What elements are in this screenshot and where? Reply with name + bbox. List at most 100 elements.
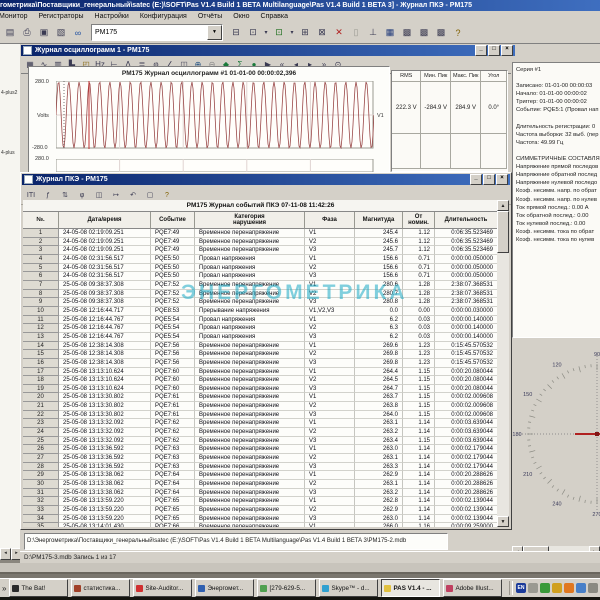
monitor-offline-arrow-icon[interactable]: ▾	[288, 25, 296, 40]
sort-icon[interactable]: ⇅	[57, 190, 73, 201]
menu-item-0[interactable]: Монитор	[0, 13, 28, 20]
oscillogram-minimize-icon[interactable]: _	[475, 45, 487, 56]
table-row[interactable]: 2825-05-08 13:13:36.592PQE7:63Временное …	[23, 463, 498, 472]
help-log-icon[interactable]: ?	[159, 190, 175, 201]
function-icon[interactable]: ƒ	[40, 190, 56, 201]
waveform-chart[interactable]: PM175 Журнал осциллограмм #1 01-01-00 00…	[28, 66, 390, 174]
menu-item-3[interactable]: Конфигурация	[140, 13, 187, 20]
device-selector[interactable]: PM175 ▼	[91, 24, 223, 41]
menu-item-2[interactable]: Настройки	[95, 13, 129, 20]
link-icon[interactable]: ∞	[70, 25, 86, 40]
database-path-field[interactable]: D:\Энергометрика\Поставщики_генеральный\…	[24, 533, 448, 550]
table-row[interactable]: 2725-05-08 13:13:36.592PQE7:63Временное …	[23, 454, 498, 463]
volume-tray-icon[interactable]	[588, 583, 598, 593]
scroll-left-icon[interactable]: ◂	[0, 548, 11, 560]
table-row[interactable]: 2225-05-08 13:13:30.802PQE7:61Временное …	[23, 411, 498, 420]
taskbar-button-6[interactable]: PAS V1.4 - ...	[381, 579, 440, 597]
datagrid-icon[interactable]: ▦	[382, 25, 398, 40]
table-row[interactable]: 2625-05-08 13:13:36.592PQE7:63Временное …	[23, 445, 498, 454]
taskbar-button-1[interactable]: статистика...	[71, 579, 130, 597]
table-row[interactable]: 1625-05-08 12:38:14.308PQE7:56Временное …	[23, 359, 498, 368]
column-header-4[interactable]: Фаза	[305, 212, 355, 229]
table-row[interactable]: 2425-05-08 13:13:32.092PQE7:62Временное …	[23, 428, 498, 437]
scroll-up-icon[interactable]: ▲	[497, 200, 509, 211]
table-row[interactable]: 3525-05-08 13:14:01.430PQE7:66Временное …	[23, 523, 498, 527]
taskbar-button-3[interactable]: Энергомет...	[195, 579, 254, 597]
phase-filter-icon[interactable]: φ	[74, 190, 90, 201]
stop-icon[interactable]: ▢	[142, 190, 158, 201]
properties-icon[interactable]: ▧	[53, 25, 69, 40]
table-row[interactable]: 825-05-08 09:38:37.308PQE7:52Временное п…	[23, 290, 498, 299]
column-header-7[interactable]: Длительность	[435, 212, 498, 229]
table-row[interactable]: 725-05-08 09:38:37.308PQE7:52Временное п…	[23, 281, 498, 290]
menu-item-6[interactable]: Справка	[261, 13, 288, 20]
table-row[interactable]: 1225-05-08 12:16:44.767PQE5:54Провал нап…	[23, 324, 498, 333]
table-row[interactable]: 2025-05-08 13:13:30.802PQE7:61Временное …	[23, 393, 498, 402]
table-row[interactable]: 2925-05-08 13:13:38.062PQE7:64Временное …	[23, 471, 498, 480]
table-row[interactable]: 3025-05-08 13:13:38.062PQE7:64Временное …	[23, 480, 498, 489]
save-icon[interactable]: ▤	[2, 25, 18, 40]
export-data-icon[interactable]: ⊠	[314, 25, 330, 40]
event-log-scrollbar[interactable]: ▲ ▼	[497, 200, 509, 527]
undo-icon[interactable]: ↶	[125, 190, 141, 201]
agent-tray-icon[interactable]	[564, 583, 574, 593]
column-header-1[interactable]: Дата/время	[59, 212, 151, 229]
table-row[interactable]: 2325-05-08 13:13:32.092PQE7:62Временное …	[23, 419, 498, 428]
save-data-icon[interactable]: ⊞	[297, 25, 313, 40]
lang-indicator[interactable]: EN	[516, 583, 526, 593]
pin-icon[interactable]: ⊥	[365, 25, 381, 40]
table-row[interactable]: 3125-05-08 13:13:38.062PQE7:64Временное …	[23, 489, 498, 498]
quick-launch-chevron-icon[interactable]: »	[2, 584, 6, 593]
taskbar-button-0[interactable]: The Bat!	[9, 579, 68, 597]
taskbar-button-5[interactable]: Skype™ - d...	[319, 579, 378, 597]
table-row[interactable]: 2125-05-08 13:13:30.802PQE7:61Временное …	[23, 402, 498, 411]
series-info-panel[interactable]: Серия #1Записано: 01-01-00 00:00:03Начал…	[512, 62, 600, 338]
iti-button[interactable]: ITI	[23, 190, 39, 201]
table-row[interactable]: 1725-05-08 13:13:10.624PQE7:60Временное …	[23, 368, 498, 377]
oscillogram-title-bar[interactable]: Журнал осциллограмм 1 - PM175 _ □ ×	[21, 45, 515, 56]
event-log-maximize-icon[interactable]: □	[483, 174, 495, 185]
table-row[interactable]: 324-05-08 02:19:09.251PQE7:49Временное п…	[23, 246, 498, 255]
table-row[interactable]: 224-05-08 02:19:09.251PQE7:49Временное п…	[23, 238, 498, 247]
device-selector-arrow-icon[interactable]: ▼	[207, 25, 222, 40]
oscillogram-maximize-icon[interactable]: □	[488, 45, 500, 56]
table-row[interactable]: 1925-05-08 13:13:10.624PQE7:60Временное …	[23, 385, 498, 394]
table-row[interactable]: 1325-05-08 12:16:44.767PQE5:54Провал нап…	[23, 333, 498, 342]
table-row[interactable]: 1025-05-08 12:16:44.717PQE8:53Прерывание…	[23, 307, 498, 316]
monitor-online-icon[interactable]: ⊡	[245, 25, 261, 40]
event-log-close-icon[interactable]: ×	[496, 174, 508, 185]
column-header-5[interactable]: Магнитуда	[355, 212, 403, 229]
table-row[interactable]: 3225-05-08 13:13:59.220PQE7:65Временное …	[23, 497, 498, 506]
goto-icon[interactable]: ↦	[108, 190, 124, 201]
printer-tray-icon[interactable]	[528, 583, 538, 593]
table-row[interactable]: 3325-05-08 13:13:59.220PQE7:65Временное …	[23, 506, 498, 515]
table-row[interactable]: 1525-05-08 12:38:14.308PQE7:56Временное …	[23, 350, 498, 359]
delete-icon[interactable]: ✕	[331, 25, 347, 40]
event-log-minimize-icon[interactable]: _	[470, 174, 482, 185]
table-row[interactable]: 524-05-08 02:31:56.517PQE5:50Провал напр…	[23, 264, 498, 273]
help-icon[interactable]: ?	[450, 25, 466, 40]
window-icon[interactable]: ▣	[36, 25, 52, 40]
background-scrollbar[interactable]: ◂ ▸	[0, 548, 22, 560]
monitor-offline-icon[interactable]: ⊡	[271, 25, 287, 40]
table-row[interactable]: 3425-05-08 13:13:59.220PQE7:65Временное …	[23, 515, 498, 524]
export-log-icon[interactable]: ◫	[91, 190, 107, 201]
report3-icon[interactable]: ▩	[433, 25, 449, 40]
scroll-down-icon[interactable]: ▼	[497, 516, 509, 527]
report2-icon[interactable]: ▩	[416, 25, 432, 40]
table-row[interactable]: 424-05-08 02:31:56.517PQE5:50Провал напр…	[23, 255, 498, 264]
table-row[interactable]: 124-05-08 02:19:09.251PQE7:49Временное п…	[23, 229, 498, 238]
table-row[interactable]: 1425-05-08 12:38:14.308PQE7:56Временное …	[23, 342, 498, 351]
menu-item-1[interactable]: Регистраторы	[39, 13, 84, 20]
menu-item-4[interactable]: Отчёты	[198, 13, 222, 20]
column-header-3[interactable]: Категория нарушения	[195, 212, 305, 229]
table-row[interactable]: 2525-05-08 13:13:32.092PQE7:62Временное …	[23, 437, 498, 446]
taskbar-button-4[interactable]: [279-629-5...	[257, 579, 316, 597]
taskbar-button-7[interactable]: Adobe Illust...	[443, 579, 502, 597]
table-row[interactable]: 624-05-08 02:31:56.517PQE5:50Провал напр…	[23, 272, 498, 281]
scrollbar-thumb[interactable]	[497, 211, 509, 253]
print-icon[interactable]: ⎙	[19, 25, 35, 40]
page-icon[interactable]: ▯	[348, 25, 364, 40]
column-header-0[interactable]: №.	[23, 212, 59, 229]
menu-item-5[interactable]: Окно	[233, 13, 249, 20]
